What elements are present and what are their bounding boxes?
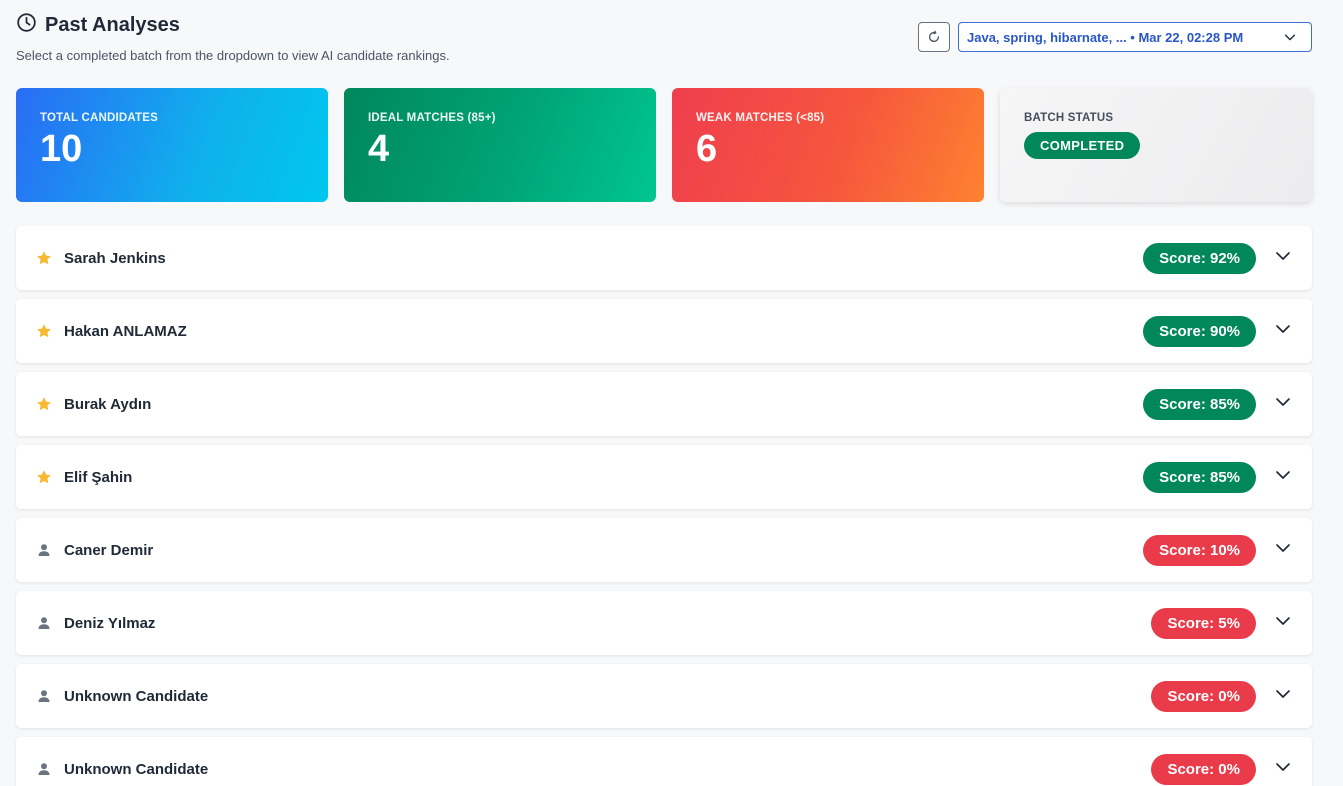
candidate-row[interactable]: Unknown Candidate Score: 0% (16, 664, 1312, 728)
user-icon (36, 761, 52, 777)
candidate-name: Deniz Yılmaz (64, 614, 156, 632)
stat-value: 10 (40, 128, 83, 170)
user-icon (36, 542, 52, 558)
chevron-down-icon[interactable] (1274, 320, 1292, 343)
status-badge: COMPLETED (1024, 132, 1141, 159)
candidate-row[interactable]: Burak Aydın Score: 85% (16, 372, 1312, 436)
score-badge: Score: 85% (1143, 388, 1256, 420)
candidate-name: Elif Şahin (64, 468, 133, 486)
candidate-row[interactable]: Unknown Candidate Score: 0% (16, 737, 1312, 786)
candidate-name: Caner Demir (64, 541, 154, 559)
score-badge: Score: 0% (1151, 680, 1256, 712)
stat-card-total: TOTAL CANDIDATES 10 (16, 88, 328, 202)
candidate-name: Unknown Candidate (64, 760, 209, 778)
page-header: Past Analyses Select a completed batch f… (16, 12, 450, 63)
stat-card-ideal: IDEAL MATCHES (85+) 4 (344, 88, 656, 202)
stat-card-weak: WEAK MATCHES (<85) 6 (672, 88, 984, 202)
title-row: Past Analyses (16, 12, 450, 38)
batch-select-dropdown[interactable]: Java, spring, hibarnate, ... • Mar 22, 0… (958, 22, 1312, 52)
star-icon (36, 250, 52, 266)
user-icon (36, 615, 52, 631)
chevron-down-icon[interactable] (1274, 539, 1292, 562)
score-badge: Score: 10% (1143, 534, 1256, 566)
stat-label: TOTAL CANDIDATES (40, 112, 158, 124)
candidate-row[interactable]: Caner Demir Score: 10% (16, 518, 1312, 582)
page-title: Past Analyses (45, 13, 180, 36)
score-badge: Score: 90% (1143, 315, 1256, 347)
batch-select-value: Java, spring, hibarnate, ... • Mar 22, 0… (967, 29, 1244, 45)
candidate-list: Sarah Jenkins Score: 92% Hakan ANLAMAZ Scor… (16, 226, 1312, 786)
stat-label: WEAK MATCHES (<85) (696, 112, 825, 124)
candidate-row[interactable]: Hakan ANLAMAZ Score: 90% (16, 299, 1312, 363)
candidate-name: Hakan ANLAMAZ (64, 322, 187, 340)
chevron-down-icon[interactable] (1274, 612, 1292, 635)
chevron-down-icon[interactable] (1274, 466, 1292, 489)
star-icon (36, 396, 52, 412)
chevron-down-icon (1284, 34, 1296, 41)
score-badge: Score: 85% (1143, 461, 1256, 493)
refresh-icon (928, 30, 940, 42)
star-icon (36, 323, 52, 339)
candidate-name: Sarah Jenkins (64, 249, 166, 267)
stat-label: BATCH STATUS (1024, 112, 1114, 124)
page-subtitle: Select a completed batch from the dropdo… (16, 48, 450, 63)
stats-row: TOTAL CANDIDATES 10 IDEAL MATCHES (85+) … (16, 88, 1312, 202)
candidate-row[interactable]: Deniz Yılmaz Score: 5% (16, 591, 1312, 655)
stat-value: 6 (696, 128, 718, 170)
chevron-down-icon[interactable] (1274, 393, 1292, 416)
candidate-row[interactable]: Sarah Jenkins Score: 92% (16, 226, 1312, 290)
star-icon (36, 469, 52, 485)
stat-label: IDEAL MATCHES (85+) (368, 112, 496, 124)
candidate-name: Burak Aydın (64, 395, 152, 413)
user-icon (36, 688, 52, 704)
chevron-down-icon[interactable] (1274, 685, 1292, 708)
batch-controls: Java, spring, hibarnate, ... • Mar 22, 0… (918, 22, 1312, 52)
candidate-row[interactable]: Elif Şahin Score: 85% (16, 445, 1312, 509)
score-badge: Score: 5% (1151, 607, 1256, 639)
chevron-down-icon[interactable] (1274, 758, 1292, 781)
chevron-down-icon[interactable] (1274, 247, 1292, 270)
score-badge: Score: 0% (1151, 753, 1256, 785)
candidate-name: Unknown Candidate (64, 687, 209, 705)
history-clock-icon (16, 12, 37, 38)
stat-card-batch-status: BATCH STATUS COMPLETED (1000, 88, 1312, 202)
refresh-button[interactable] (918, 22, 950, 52)
score-badge: Score: 92% (1143, 242, 1256, 274)
stat-value: 4 (368, 128, 390, 170)
